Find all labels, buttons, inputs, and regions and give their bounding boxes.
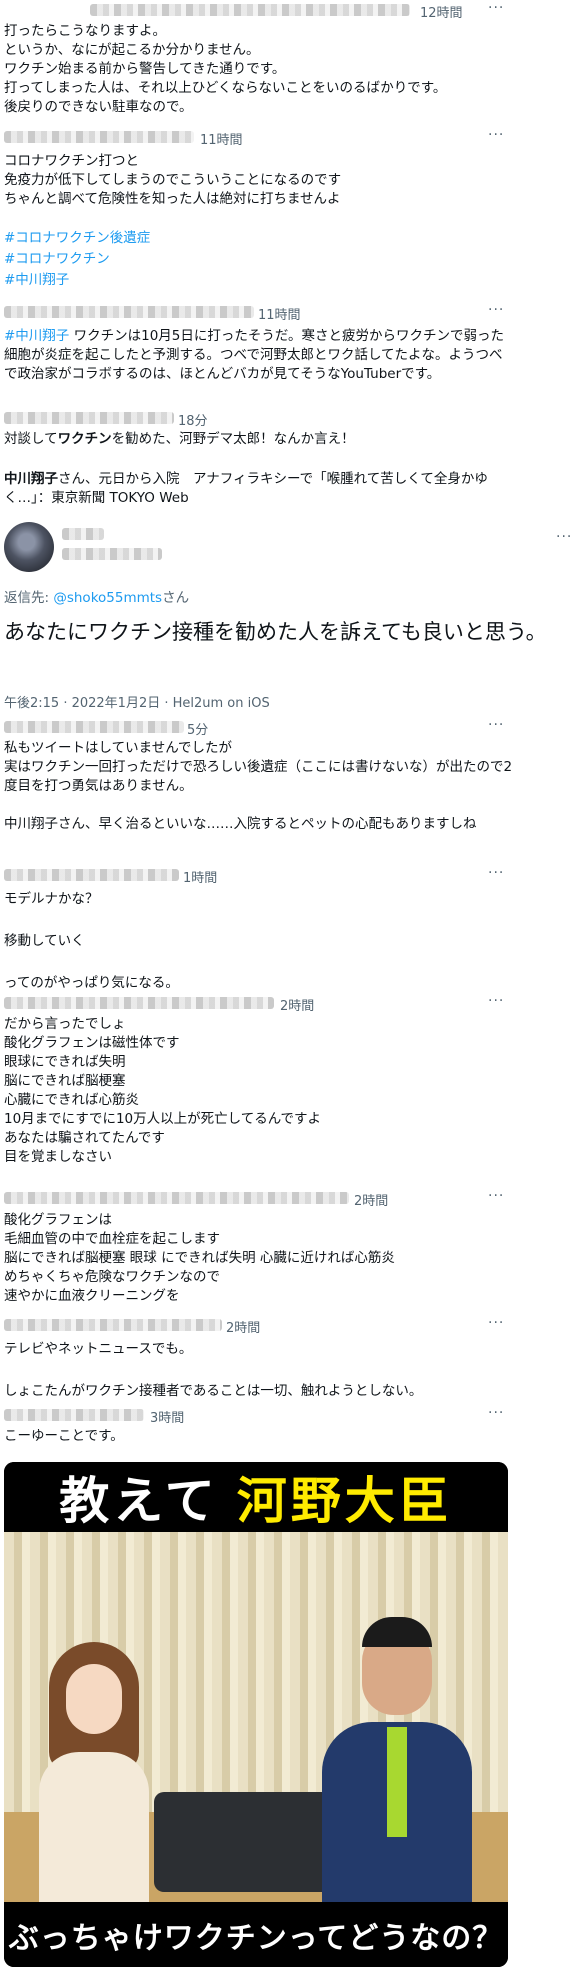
avatar[interactable] <box>4 522 54 572</box>
tweet-time[interactable]: 5分 <box>187 719 208 738</box>
tweet-time[interactable]: 11時間 <box>200 129 243 148</box>
thumbnail-title-bar: 教えて 河野大臣 <box>4 1462 508 1532</box>
blurred-user-name <box>4 412 174 424</box>
tweet-time[interactable]: 2時間 <box>226 1317 260 1336</box>
woman-figure <box>39 1642 149 1902</box>
hashtag-link[interactable]: #コロナワクチン後遺症 <box>4 229 514 248</box>
more-options-icon[interactable]: ··· <box>488 1189 504 1203</box>
reply-suffix: さん <box>162 590 190 606</box>
tweet-time[interactable]: 2時間 <box>280 995 314 1014</box>
blurred-user-name <box>4 1192 349 1204</box>
link-card-title[interactable]: 中川翔子さん、元日から入院 アナフィラキシーで「喉腫れて苦しくて全身かゆく…」：… <box>4 470 524 508</box>
tweet-text: 酸化グラフェンは 毛細血管の中で血栓症を起こします 脳にできれば脳梗塞 眼球 に… <box>4 1212 395 1304</box>
woman-body <box>39 1752 149 1902</box>
hashtag-link[interactable]: #中川翔子 <box>4 271 514 290</box>
blurred-handle <box>62 548 162 560</box>
tweet-time[interactable]: 11時間 <box>258 304 301 323</box>
reply-to: 返信先: @shoko55mmtsさん <box>4 586 189 606</box>
blurred-user-name <box>4 1319 222 1331</box>
blurred-user-name <box>4 1409 144 1421</box>
tweet-body: ワクチンは10月5日に打ったそうだ。寒さと疲労からワクチンで弱った細胞が炎症を起… <box>4 328 504 382</box>
tweet-time[interactable]: 18分 <box>178 410 208 429</box>
woman-face <box>66 1664 122 1734</box>
blurred-user-name <box>4 997 274 1009</box>
tweet-text: モデルナかな？ 移動していく ってのがやっぱり気になる。 <box>4 891 179 991</box>
link-bold-name: 中川翔子 <box>4 471 58 487</box>
tweet-timestamp[interactable]: 午後2:15 · 2022年1月2日 · Hel2um on iOS <box>4 692 270 711</box>
more-options-icon[interactable]: ··· <box>488 718 504 732</box>
blurred-user-name <box>4 306 254 318</box>
blurred-user-name <box>90 4 410 16</box>
tweet-text-pre: 対談して <box>4 431 58 447</box>
man-tie <box>387 1727 407 1837</box>
tweet-time[interactable]: 2時間 <box>354 1190 388 1209</box>
man-figure <box>322 1617 472 1907</box>
more-options-icon[interactable]: ··· <box>488 1316 504 1330</box>
man-hair <box>362 1617 432 1647</box>
more-options-icon[interactable]: ··· <box>556 530 572 544</box>
blurred-user-name <box>4 131 194 143</box>
thumbnail-title-white: 教えて <box>59 1472 219 1530</box>
more-options-icon[interactable]: ··· <box>488 994 504 1008</box>
more-options-icon[interactable]: ··· <box>488 1 504 15</box>
blurred-user-name <box>4 869 179 881</box>
thumbnail-title-yellow: 河野大臣 <box>236 1472 453 1530</box>
more-options-icon[interactable]: ··· <box>488 128 504 142</box>
media-thumbnail[interactable]: 教えて 河野大臣 ぶっちゃけワクチンってどうなの？ <box>4 1462 508 1967</box>
reply-prefix: 返信先: <box>4 590 54 606</box>
more-options-icon[interactable]: ··· <box>488 866 504 880</box>
tweet-text: 打ったらこうなりますよ。 というか、なにが起こるか分かりません。 ワクチン始まる… <box>4 23 447 115</box>
tweet-text-post: を勧めた、河野デマ太郎！なんか言え！ <box>111 431 355 447</box>
more-options-icon[interactable]: ··· <box>488 1406 504 1420</box>
hashtag-link[interactable]: #コロナワクチン <box>4 250 514 269</box>
tweet-text: #中川翔子 ワクチンは10月5日に打ったそうだ。寒さと疲労からワクチンで弱った細… <box>4 327 514 384</box>
more-options-icon[interactable]: ··· <box>488 303 504 317</box>
reply-handle-link[interactable]: @shoko55mmts <box>53 590 162 606</box>
tweet-time[interactable]: 3時間 <box>150 1407 184 1426</box>
blurred-display-name <box>62 528 104 540</box>
tweet-text-bold: ワクチン <box>57 431 112 447</box>
tweet-time[interactable]: 1時間 <box>183 867 217 886</box>
thumbnail-caption: ぶっちゃけワクチンってどうなの？ <box>4 1902 508 1967</box>
tweet-text: 私もツイートはしていませんでしたが 実はワクチン一回打っただけで恐ろしい後遺症（… <box>4 740 513 832</box>
blurred-user-name <box>4 721 184 733</box>
tweet-text: だから言ったでしょ 酸化グラフェンは磁性体です 眼球にできれば失明 脳にできれば… <box>4 1016 322 1165</box>
tweet-text: コロナワクチン打つと 免疫力が低下してしまうのでこういうことになるのです ちゃん… <box>4 153 342 207</box>
tweet-text: 対談してワクチンを勧めた、河野デマ太郎！なんか言え！ <box>4 430 514 449</box>
main-tweet-text: あなたにワクチン接種を勧めた人を訴えても良いと思う。 <box>4 620 547 644</box>
link-rest: さん、元日から入院 アナフィラキシーで「喉腫れて苦しくて全身かゆく…」：東京新聞… <box>4 471 488 506</box>
tweet-time[interactable]: 12時間 <box>420 2 463 21</box>
hashtag-link[interactable]: #中川翔子 <box>4 328 69 344</box>
tweet-text: こーゆーことです。 <box>4 1428 124 1444</box>
tweet-text: テレビやネットニュースでも。 しょこたんがワクチン接種者であることは一切、触れよ… <box>4 1341 423 1399</box>
